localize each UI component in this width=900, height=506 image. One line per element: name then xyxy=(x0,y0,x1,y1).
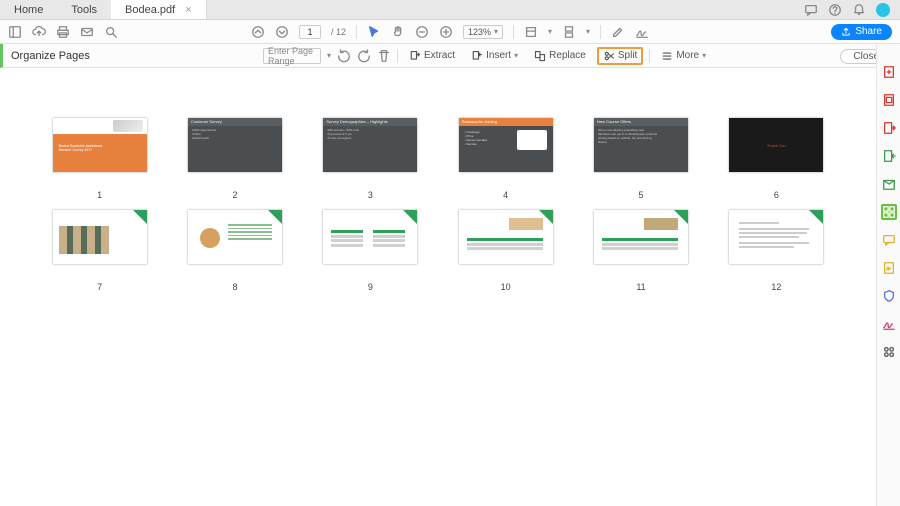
mail-icon[interactable] xyxy=(80,25,94,39)
page-total-label: / 12 xyxy=(331,27,346,37)
page-number-label: 6 xyxy=(774,190,779,200)
page-thumbnail[interactable]: 7 xyxy=(50,210,149,292)
print-icon[interactable] xyxy=(56,25,70,39)
select-tool-icon[interactable] xyxy=(367,25,381,39)
more-dropdown[interactable]: More▾ xyxy=(656,48,711,64)
page-number-label: 5 xyxy=(638,190,643,200)
page-thumbnail[interactable]: 9 xyxy=(321,210,420,292)
scroll-mode-icon[interactable] xyxy=(562,25,576,39)
page-up-icon[interactable] xyxy=(251,25,265,39)
page-thumbnail[interactable]: Reasons for Joining• Coverage• Price• Re… xyxy=(456,118,555,200)
highlight-icon[interactable] xyxy=(611,25,625,39)
page-number-label: 1 xyxy=(97,190,102,200)
page-thumbnail[interactable]: Survey Demographics – Highlights40% wome… xyxy=(321,118,420,200)
create-pdf-icon[interactable] xyxy=(881,64,897,80)
page-grid: Bodea Roadside AssistanceMember Survey 2… xyxy=(0,68,876,506)
page-number-label: 3 xyxy=(368,190,373,200)
organize-icon[interactable] xyxy=(881,204,897,220)
export-pdf-icon[interactable] xyxy=(881,120,897,136)
hand-tool-icon[interactable] xyxy=(391,25,405,39)
system-tray xyxy=(794,0,900,19)
edit-pdf-icon[interactable] xyxy=(881,92,897,108)
page-number-label: 11 xyxy=(636,282,645,292)
chat-icon[interactable] xyxy=(804,3,818,17)
share-button[interactable]: Share xyxy=(831,24,892,40)
avatar[interactable] xyxy=(876,3,890,17)
bell-icon[interactable] xyxy=(852,3,866,17)
page-thumbnail[interactable]: 12 xyxy=(727,210,826,292)
combine-icon[interactable] xyxy=(881,148,897,164)
signature-icon[interactable] xyxy=(635,25,649,39)
fit-width-icon[interactable] xyxy=(524,25,538,39)
page-number-label: 10 xyxy=(501,282,511,292)
sign-icon[interactable] xyxy=(881,316,897,332)
page-thumbnail[interactable]: Thank You 6 xyxy=(727,118,826,200)
tab-bar: Home Tools Bodea.pdf × xyxy=(0,0,900,20)
replace-button[interactable]: Replace xyxy=(529,48,591,64)
insert-dropdown[interactable]: Insert▾ xyxy=(466,48,523,64)
page-number-label: 9 xyxy=(368,282,373,292)
page-number-label: 12 xyxy=(771,282,781,292)
page-thumbnail[interactable]: New Course OffersWe're now offering some… xyxy=(591,118,690,200)
comment-icon[interactable] xyxy=(881,232,897,248)
protect-icon[interactable] xyxy=(881,288,897,304)
extract-button[interactable]: Extract xyxy=(404,48,460,64)
cloud-upload-icon[interactable] xyxy=(32,25,46,39)
mode-title: Organize Pages xyxy=(11,50,90,62)
search-icon[interactable] xyxy=(104,25,118,39)
document-tab[interactable]: Bodea.pdf × xyxy=(111,0,207,19)
right-tool-rail xyxy=(876,44,900,506)
rotate-cw-icon[interactable] xyxy=(357,49,371,63)
tools-tab[interactable]: Tools xyxy=(57,0,111,19)
share-pdf-icon[interactable] xyxy=(881,176,897,192)
page-thumbnail[interactable]: 11 xyxy=(591,210,690,292)
home-tab[interactable]: Home xyxy=(0,0,57,19)
page-down-icon[interactable] xyxy=(275,25,289,39)
rotate-ccw-icon[interactable] xyxy=(337,49,351,63)
organize-toolbar: Organize Pages Enter Page Range ▾ Extrac… xyxy=(0,44,900,68)
range-caret[interactable]: ▾ xyxy=(327,51,331,60)
page-range-input[interactable]: Enter Page Range xyxy=(263,48,321,64)
zoom-out-icon[interactable] xyxy=(415,25,429,39)
document-tab-label: Bodea.pdf xyxy=(125,4,175,16)
page-number-label: 8 xyxy=(232,282,237,292)
fill-sign-icon[interactable] xyxy=(881,260,897,276)
page-number-input[interactable]: 1 xyxy=(299,25,321,39)
page-number-label: 4 xyxy=(503,190,508,200)
page-thumbnail[interactable]: Bodea Roadside AssistanceMember Survey 2… xyxy=(50,118,149,200)
page-thumbnail[interactable]: 10 xyxy=(456,210,555,292)
more-tools-icon[interactable] xyxy=(881,344,897,360)
close-tab-icon[interactable]: × xyxy=(185,4,191,16)
help-icon[interactable] xyxy=(828,3,842,17)
delete-icon[interactable] xyxy=(377,49,391,63)
zoom-in-icon[interactable] xyxy=(439,25,453,39)
page-thumbnail[interactable]: 8 xyxy=(185,210,284,292)
sidebar-toggle-icon[interactable] xyxy=(8,25,22,39)
zoom-level-dropdown[interactable]: 123%▾ xyxy=(463,25,503,39)
page-thumbnail[interactable]: Customer Survey1200 respondentsOnlineGlo… xyxy=(185,118,284,200)
split-button[interactable]: Split xyxy=(597,47,643,65)
page-number-label: 2 xyxy=(232,190,237,200)
main-toolbar: 1 / 12 123%▾ ▾ ▾ Share xyxy=(0,20,900,44)
page-number-label: 7 xyxy=(97,282,102,292)
